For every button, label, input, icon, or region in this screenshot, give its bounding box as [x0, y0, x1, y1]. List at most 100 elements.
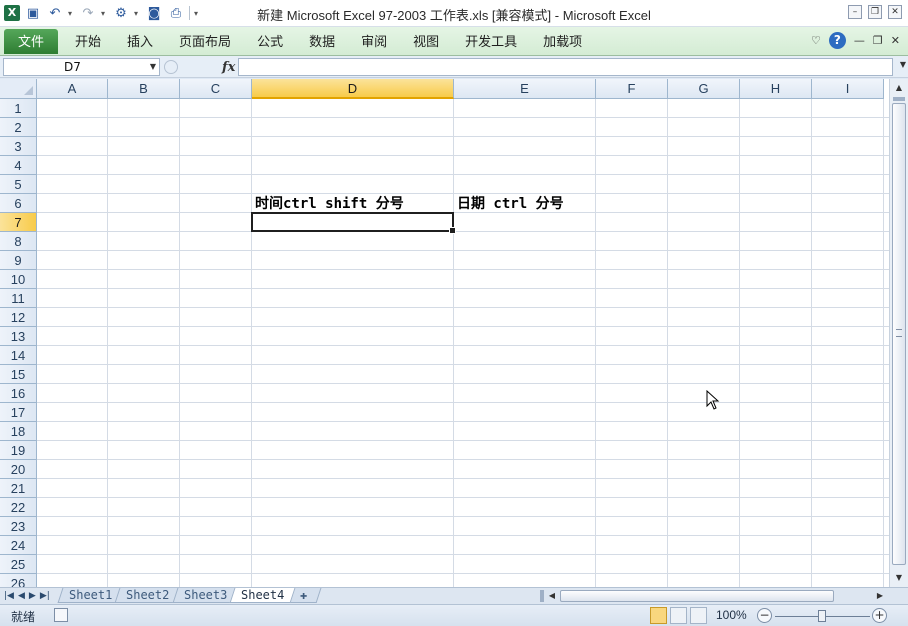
- row-header-15[interactable]: 15: [0, 365, 37, 384]
- record-macro-icon[interactable]: [54, 608, 68, 622]
- row-header-18[interactable]: 18: [0, 422, 37, 441]
- row-header-8[interactable]: 8: [0, 232, 37, 251]
- row-header-12[interactable]: 12: [0, 308, 37, 327]
- gridline-horizontal: [37, 231, 889, 232]
- first-sheet-icon[interactable]: |◀: [4, 589, 14, 603]
- insert-function-icon[interactable]: fx: [222, 60, 235, 75]
- cell-e6[interactable]: 日期 ctrl 分号: [457, 195, 564, 214]
- tab-data[interactable]: 数据: [296, 29, 348, 54]
- gridline-horizontal: [37, 193, 889, 194]
- column-header-b[interactable]: B: [108, 79, 180, 99]
- row-header-16[interactable]: 16: [0, 384, 37, 403]
- gridline-horizontal: [37, 136, 889, 137]
- row-header-3[interactable]: 3: [0, 137, 37, 156]
- horizontal-split-handle[interactable]: [540, 590, 544, 602]
- zoom-level[interactable]: 100%: [716, 608, 747, 622]
- row-header-6[interactable]: 6: [0, 194, 37, 213]
- close-icon[interactable]: ✕: [888, 5, 902, 19]
- row-header-26[interactable]: 26: [0, 574, 37, 587]
- workbook-minimize-icon[interactable]: —: [854, 34, 865, 47]
- tab-page-layout[interactable]: 页面布局: [166, 29, 244, 54]
- workbook-restore-icon[interactable]: ❐: [873, 34, 883, 47]
- tab-addins[interactable]: 加载项: [530, 29, 595, 54]
- formula-expand-icon[interactable]: ▼: [900, 60, 906, 69]
- sheet-tab-sheet2[interactable]: Sheet2: [114, 588, 182, 603]
- row-header-7[interactable]: 7: [0, 213, 37, 232]
- restore-icon[interactable]: ❐: [868, 5, 882, 19]
- column-header-e[interactable]: E: [454, 79, 596, 99]
- zoom-out-icon[interactable]: −: [757, 608, 772, 623]
- page-layout-view-icon[interactable]: [670, 607, 687, 624]
- prev-sheet-icon[interactable]: ◀: [18, 589, 25, 603]
- column-header-a[interactable]: A: [37, 79, 108, 99]
- ribbon: 文件 开始 插入 页面布局 公式 数据 审阅 视图 开发工具 加载项 ♡ ? —…: [0, 27, 908, 56]
- row-header-21[interactable]: 21: [0, 479, 37, 498]
- name-box-dropdown-icon[interactable]: ▼: [150, 59, 156, 75]
- window-title: 新建 Microsoft Excel 97-2003 工作表.xls [兼容模式…: [257, 8, 651, 23]
- row-header-25[interactable]: 25: [0, 555, 37, 574]
- scroll-left-icon[interactable]: ◀: [546, 589, 558, 603]
- row-header-23[interactable]: 23: [0, 517, 37, 536]
- workbook-close-icon[interactable]: ✕: [891, 34, 900, 47]
- gridline-horizontal: [37, 440, 889, 441]
- zoom-slider-thumb[interactable]: [818, 610, 826, 622]
- row-header-24[interactable]: 24: [0, 536, 37, 555]
- name-box[interactable]: D7 ▼: [3, 58, 160, 76]
- row-header-9[interactable]: 9: [0, 251, 37, 270]
- spreadsheet-grid[interactable]: A B C D E F G H I 1 2 3 4 5 6 7 8 9 10 11 12 13 14 15 16 17 18 19 20…: [0, 79, 889, 587]
- zoom-in-icon[interactable]: +: [872, 608, 887, 623]
- vertical-scrollbar[interactable]: ▲ ▼: [889, 79, 908, 587]
- next-sheet-icon[interactable]: ▶: [29, 589, 36, 603]
- gridline-horizontal: [37, 459, 889, 460]
- column-header-h[interactable]: H: [740, 79, 812, 99]
- active-cell-d7[interactable]: [251, 212, 456, 234]
- sheet-tab-label: Sheet3: [183, 588, 228, 602]
- row-header-20[interactable]: 20: [0, 460, 37, 479]
- last-sheet-icon[interactable]: ▶|: [40, 589, 50, 603]
- gridline-horizontal: [37, 307, 889, 308]
- scroll-right-icon[interactable]: ▶: [874, 589, 886, 603]
- ribbon-collapse-icon[interactable]: ♡: [811, 34, 821, 47]
- gridline-vertical: [811, 99, 812, 587]
- row-header-14[interactable]: 14: [0, 346, 37, 365]
- scroll-down-icon[interactable]: ▼: [892, 571, 906, 585]
- column-header-d[interactable]: D: [252, 79, 454, 99]
- row-header-17[interactable]: 17: [0, 403, 37, 422]
- row-header-1[interactable]: 1: [0, 99, 37, 118]
- tab-view[interactable]: 视图: [400, 29, 452, 54]
- help-icon[interactable]: ?: [828, 32, 846, 49]
- page-break-view-icon[interactable]: [690, 607, 707, 624]
- sheet-tab-sheet4[interactable]: Sheet4: [229, 588, 296, 603]
- row-header-13[interactable]: 13: [0, 327, 37, 346]
- tab-developer[interactable]: 开发工具: [452, 29, 530, 54]
- vertical-scroll-thumb[interactable]: [892, 103, 906, 565]
- tab-formulas[interactable]: 公式: [244, 29, 296, 54]
- tab-file[interactable]: 文件: [4, 29, 59, 54]
- vertical-split-handle[interactable]: [893, 97, 905, 101]
- row-header-10[interactable]: 10: [0, 270, 37, 289]
- row-header-19[interactable]: 19: [0, 441, 37, 460]
- select-all-corner[interactable]: [0, 79, 37, 99]
- sheet-tab-sheet1[interactable]: Sheet1: [57, 588, 124, 603]
- formula-bar: D7 ▼ fx ▼: [0, 56, 908, 78]
- row-header-5[interactable]: 5: [0, 175, 37, 194]
- column-header-i[interactable]: I: [812, 79, 884, 99]
- tab-insert[interactable]: 插入: [114, 29, 166, 54]
- tab-home[interactable]: 开始: [62, 29, 114, 54]
- row-header-4[interactable]: 4: [0, 156, 37, 175]
- column-header-f[interactable]: F: [596, 79, 668, 99]
- scroll-up-icon[interactable]: ▲: [892, 81, 906, 95]
- sheet-tab-sheet3[interactable]: Sheet3: [172, 588, 239, 603]
- minimize-icon[interactable]: –: [848, 5, 862, 19]
- formula-input[interactable]: [238, 58, 893, 76]
- tab-review[interactable]: 审阅: [348, 29, 400, 54]
- column-header-c[interactable]: C: [180, 79, 252, 99]
- horizontal-scroll-thumb[interactable]: [560, 590, 834, 602]
- column-header-g[interactable]: G: [668, 79, 740, 99]
- horizontal-scrollbar[interactable]: ◀ ▶: [540, 589, 886, 603]
- row-header-11[interactable]: 11: [0, 289, 37, 308]
- formula-cancel-icon: [164, 60, 178, 74]
- row-header-2[interactable]: 2: [0, 118, 37, 137]
- normal-view-icon[interactable]: [650, 607, 667, 624]
- row-header-22[interactable]: 22: [0, 498, 37, 517]
